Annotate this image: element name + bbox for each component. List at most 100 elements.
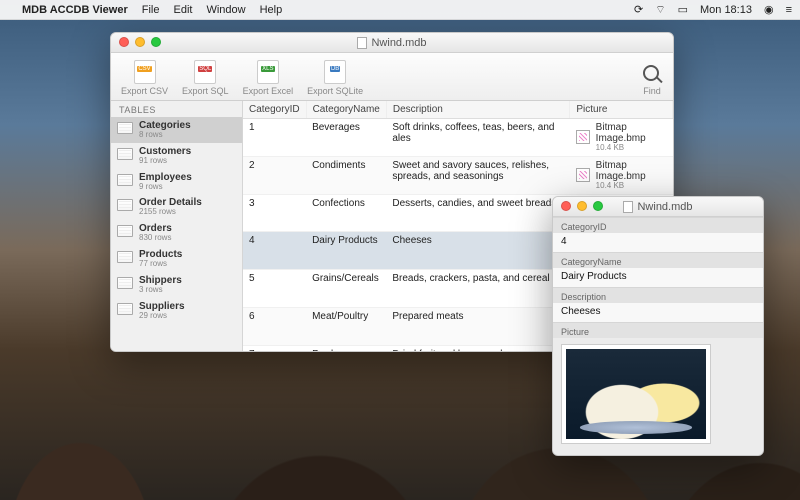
cell-categoryname: Meat/Poultry xyxy=(306,307,386,345)
table-icon xyxy=(117,148,133,160)
minimize-button[interactable] xyxy=(577,201,587,211)
column-header-description[interactable]: Description xyxy=(386,101,570,119)
excel-icon: XLS xyxy=(257,60,279,84)
notification-center-icon[interactable]: ≡ xyxy=(786,4,792,16)
find-label: Find xyxy=(643,86,661,96)
menu-window[interactable]: Window xyxy=(206,4,245,16)
battery-icon[interactable]: ▭ xyxy=(678,3,688,16)
cell-categoryid: 7 xyxy=(243,345,306,351)
field-label-categoryname: CategoryName xyxy=(553,252,763,268)
sidebar-table-categories[interactable]: Categories8 rows xyxy=(111,117,242,143)
sidebar-table-orders[interactable]: Orders830 rows xyxy=(111,220,242,246)
table-icon xyxy=(117,199,133,211)
table-row[interactable]: 1BeveragesSoft drinks, coffees, teas, be… xyxy=(243,119,673,157)
detail-title-text: Nwind.mdb xyxy=(637,201,692,213)
menu-file[interactable]: File xyxy=(142,4,160,16)
export-excel-label: Export Excel xyxy=(243,86,294,96)
picture-preview[interactable] xyxy=(561,344,711,444)
field-label-categoryid: CategoryID xyxy=(553,217,763,233)
table-icon xyxy=(117,251,133,263)
detail-titlebar[interactable]: Nwind.mdb xyxy=(553,197,763,217)
bitmap-thumb-icon xyxy=(576,168,590,182)
minimize-button[interactable] xyxy=(135,37,145,47)
cell-description: Dried fruit and bean curd xyxy=(386,345,570,351)
column-header-picture[interactable]: Picture xyxy=(570,101,673,119)
app-name[interactable]: MDB ACCDB Viewer xyxy=(22,4,128,16)
titlebar[interactable]: Nwind.mdb xyxy=(111,33,673,53)
magnifier-icon xyxy=(641,60,663,84)
table-rowcount: 2155 rows xyxy=(139,208,202,217)
table-rowcount: 3 rows xyxy=(139,286,182,295)
toolbar: CSV Export CSV SQL Export SQL XLS Export… xyxy=(111,53,673,101)
sidebar-table-suppliers[interactable]: Suppliers29 rows xyxy=(111,298,242,324)
cell-picture: Bitmap Image.bmp10.4 KB xyxy=(570,156,673,194)
cell-categoryid: 6 xyxy=(243,307,306,345)
table-name: Employees xyxy=(139,172,192,183)
table-icon xyxy=(117,277,133,289)
wifi-icon[interactable]: ⌔ xyxy=(655,3,665,17)
close-button[interactable] xyxy=(561,201,571,211)
sidebar-table-employees[interactable]: Employees9 rows xyxy=(111,169,242,195)
export-sqlite-button[interactable]: DB Export SQLite xyxy=(307,60,363,96)
sync-icon[interactable]: ⟳ xyxy=(634,3,643,16)
sidebar-table-customers[interactable]: Customers91 rows xyxy=(111,143,242,169)
table-rowcount: 29 rows xyxy=(139,312,185,321)
close-button[interactable] xyxy=(119,37,129,47)
zoom-button[interactable] xyxy=(593,201,603,211)
sidebar-table-products[interactable]: Products77 rows xyxy=(111,246,242,272)
bitmap-thumb-icon xyxy=(576,130,590,144)
window-title-text: Nwind.mdb xyxy=(371,37,426,49)
menu-help[interactable]: Help xyxy=(260,4,283,16)
column-header-categoryid[interactable]: CategoryID xyxy=(243,101,306,119)
find-button[interactable]: Find xyxy=(641,60,663,96)
field-value-description[interactable]: Cheeses xyxy=(553,303,763,322)
table-icon xyxy=(117,122,133,134)
export-excel-button[interactable]: XLS Export Excel xyxy=(243,60,294,96)
cell-categoryname: Produce xyxy=(306,345,386,351)
table-rowcount: 8 rows xyxy=(139,131,191,140)
table-rowcount: 91 rows xyxy=(139,157,191,166)
cell-picture: Bitmap Image.bmp10.4 KB xyxy=(570,119,673,157)
sidebar-table-shippers[interactable]: Shippers3 rows xyxy=(111,272,242,298)
table-row[interactable]: 2CondimentsSweet and savory sauces, reli… xyxy=(243,156,673,194)
table-rowcount: 77 rows xyxy=(139,260,182,269)
detail-body: CategoryID 4 CategoryName Dairy Products… xyxy=(553,217,763,455)
clock[interactable]: Mon 18:13 xyxy=(700,4,752,16)
spotlight-icon[interactable]: ◉ xyxy=(764,3,774,16)
cell-categoryname: Beverages xyxy=(306,119,386,157)
cell-description: Desserts, candies, and sweet breads xyxy=(386,194,570,232)
export-sqlite-label: Export SQLite xyxy=(307,86,363,96)
export-sql-button[interactable]: SQL Export SQL xyxy=(182,60,229,96)
menu-edit[interactable]: Edit xyxy=(173,4,192,16)
cell-categoryid: 5 xyxy=(243,270,306,308)
document-icon xyxy=(357,37,367,49)
sidebar-table-order-details[interactable]: Order Details2155 rows xyxy=(111,194,242,220)
cell-description: Cheeses xyxy=(386,232,570,270)
table-icon xyxy=(117,303,133,315)
cell-description: Soft drinks, coffees, teas, beers, and a… xyxy=(386,119,570,157)
cell-description: Prepared meats xyxy=(386,307,570,345)
cell-categoryname: Condiments xyxy=(306,156,386,194)
sidebar-header: TABLES xyxy=(111,101,242,117)
cell-categoryname: Grains/Cereals xyxy=(306,270,386,308)
export-csv-button[interactable]: CSV Export CSV xyxy=(121,60,168,96)
field-value-categoryid[interactable]: 4 xyxy=(553,233,763,252)
cell-categoryid: 2 xyxy=(243,156,306,194)
cell-categoryid: 1 xyxy=(243,119,306,157)
export-csv-label: Export CSV xyxy=(121,86,168,96)
cell-categoryname: Dairy Products xyxy=(306,232,386,270)
sql-icon: SQL xyxy=(194,60,216,84)
cell-categoryid: 4 xyxy=(243,232,306,270)
window-title: Nwind.mdb xyxy=(357,37,426,49)
table-rowcount: 830 rows xyxy=(139,234,172,243)
field-value-categoryname[interactable]: Dairy Products xyxy=(553,268,763,287)
tables-sidebar: TABLES Categories8 rowsCustomers91 rowsE… xyxy=(111,101,243,351)
detail-window: Nwind.mdb CategoryID 4 CategoryName Dair… xyxy=(552,196,764,456)
cell-categoryid: 3 xyxy=(243,194,306,232)
table-rowcount: 9 rows xyxy=(139,183,192,192)
sqlite-icon: DB xyxy=(324,60,346,84)
csv-icon: CSV xyxy=(134,60,156,84)
column-header-categoryname[interactable]: CategoryName xyxy=(306,101,386,119)
zoom-button[interactable] xyxy=(151,37,161,47)
table-icon xyxy=(117,225,133,237)
